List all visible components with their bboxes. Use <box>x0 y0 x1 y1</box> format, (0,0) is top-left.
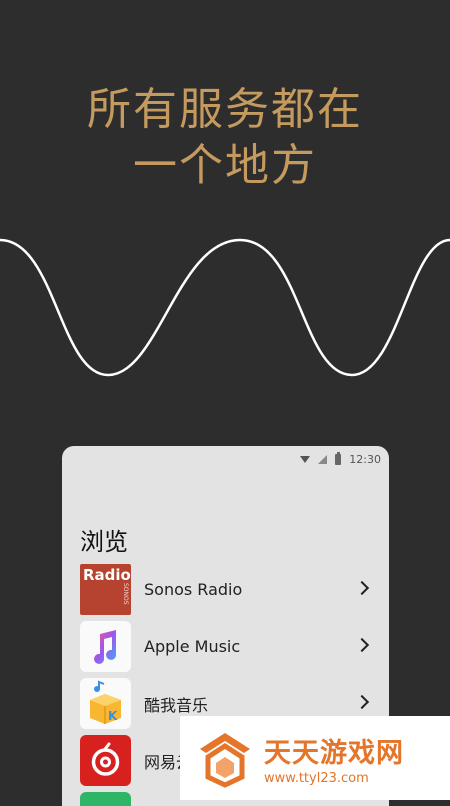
battery-icon <box>335 451 342 465</box>
sonos-radio-icon: Radio SONOS <box>80 564 131 615</box>
wifi-icon <box>300 455 311 463</box>
service-row-sonos-radio[interactable]: Radio SONOS Sonos Radio <box>62 561 389 618</box>
browse-title: 浏览 <box>80 528 128 556</box>
headline: 所有服务都在 一个地方 <box>0 82 450 194</box>
watermark-logo-icon <box>200 733 250 788</box>
svg-text:K: K <box>108 709 118 723</box>
service-label: Sonos Radio <box>144 580 243 599</box>
service-label: 酷我音乐 <box>144 695 209 715</box>
service-label: Apple Music <box>144 637 241 656</box>
status-time: 12:30 <box>349 452 381 466</box>
headline-line-1: 所有服务都在 <box>87 84 363 135</box>
apple-music-icon <box>80 621 131 672</box>
signal-icon <box>318 454 328 464</box>
watermark-name: 天天游戏网 <box>264 737 404 769</box>
service-row-apple-music[interactable]: Apple Music <box>62 618 389 675</box>
green-service-icon <box>80 792 131 806</box>
watermark: 天天游戏网 www.ttyl23.com <box>180 716 450 800</box>
netease-music-icon <box>80 735 131 786</box>
headline-line-2: 一个地方 <box>133 140 317 191</box>
status-bar: 12:30 <box>300 450 381 468</box>
watermark-url: www.ttyl23.com <box>264 770 369 786</box>
kuwo-music-icon: K <box>80 678 131 729</box>
sound-wave <box>0 238 450 377</box>
